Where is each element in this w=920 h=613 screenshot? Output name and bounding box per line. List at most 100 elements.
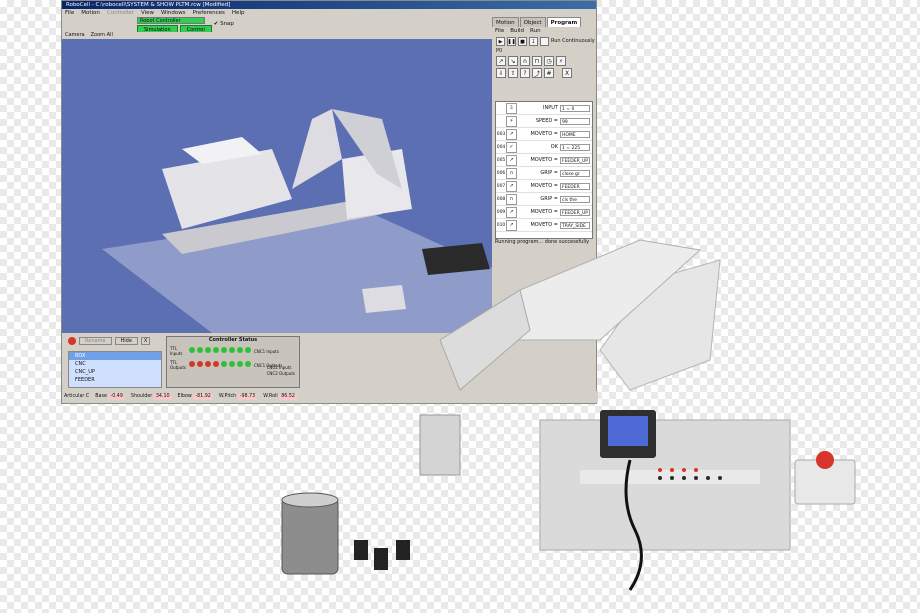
subtab-run[interactable]: Run [530,27,541,36]
play-icon[interactable]: ▶ [496,37,505,46]
device-dropdown[interactable]: Robot Controller [137,17,205,24]
menu-file[interactable]: File [65,9,74,17]
speed-icon: ⚡ [506,115,517,127]
menu-motion[interactable]: Motion [81,9,100,17]
grip-icon: ∩ [506,193,517,205]
jump-icon[interactable]: ⤴ [532,68,542,78]
program-list[interactable]: ⇩ INPUT 1 = 0 ⚡ SPEED = 99 003 ↗ MOVETO = HOME … [495,101,593,239]
wait-icon[interactable]: ◷ [544,56,554,66]
label-icon[interactable]: # [544,68,554,78]
subtab-file[interactable]: File [495,27,504,36]
main-toolbar: Robot Controller Simulation Control ✔ Sn… [137,17,234,36]
tab-program[interactable]: Program [546,17,582,27]
program-row[interactable]: ⚡ SPEED = 99 [496,115,592,128]
status-led [245,347,251,353]
object-list[interactable]: BOX CNC CNC_UP FEEDER [68,351,162,388]
input-leds [188,347,252,355]
close-program-button[interactable]: X [562,68,572,78]
program-row[interactable]: ⇩ INPUT 1 = 0 [496,102,592,115]
moveto-icon: ↗ [506,128,517,140]
output-icon[interactable]: ⇧ [508,68,518,78]
moveto-icon: ↗ [506,154,517,166]
coord-wroll: W.Roll 86.52 [263,394,297,400]
menu-preferences[interactable]: Preferences [193,9,225,17]
list-item[interactable]: CNC [69,360,161,368]
status-led [229,347,235,353]
hide-button[interactable]: Hide [114,337,138,345]
close-objects-button[interactable]: X [140,337,151,345]
coord-articular: Articular C [64,394,90,399]
pause-icon[interactable]: ❚❚ [507,37,516,46]
status-led [213,347,219,353]
small-cylinder [396,540,410,560]
coord-base: Base -0.49 [95,394,125,400]
if-icon[interactable]: ? [520,68,530,78]
snap-checkbox[interactable]: ✔ Snap [214,17,234,31]
program-row[interactable]: 005 ↗ MOVETO = FEEDER_UP [496,154,592,167]
coord-elbow: Elbow -81.92 [177,394,213,400]
menu-bar: File Motion Controller View Windows Pref… [62,9,493,17]
moveto-icon[interactable]: ↗ [496,56,506,66]
grip-open-icon[interactable]: ∩ [520,56,530,66]
program-subtabs: File Build Run [492,27,596,36]
speed-icon[interactable]: ⚡ [556,56,566,66]
workpieces [281,492,410,575]
program-row[interactable]: 009 ↗ MOVETO = FEEDER_UP [496,206,592,219]
run-continuously-checkbox[interactable] [540,37,549,46]
tab-motion[interactable]: Motion [492,17,519,27]
small-cylinder [354,540,368,560]
coord-wpitch: W.Pitch -98.73 [218,394,258,400]
ok-icon: ✓ [506,141,517,153]
tab-object[interactable]: Object [519,17,546,27]
program-row[interactable]: 008 ∩ GRIP = cls the [496,193,592,206]
snap-label: Snap [220,21,234,27]
controller-title: Controller Status [208,337,258,343]
status-led [237,361,243,367]
stop-icon[interactable]: ■ [518,37,527,46]
grip-close-icon[interactable]: ⊓ [532,56,542,66]
status-led [221,347,227,353]
menu-view[interactable]: View [141,9,154,17]
controller-status: Controller Status TTL Inputs CNC1 Inputs… [166,336,300,388]
step-icon[interactable]: ↧ [529,37,538,46]
rename-button[interactable]: Rename [79,337,112,345]
menu-windows[interactable]: Windows [161,9,186,17]
input-icon[interactable]: ⇩ [496,68,506,78]
page-label: P0 [496,48,503,54]
list-item[interactable]: BOX [69,352,161,360]
zoom-all-menu[interactable]: Zoom All [91,32,113,39]
window-title: RoboCell - C:\robocell\SYSTEM & SHOW PLT… [62,1,596,9]
status-led [189,347,195,353]
menu-help[interactable]: Help [232,9,245,17]
program-row[interactable]: 004 ✓ OK 1 = 225 [496,141,592,154]
status-led [197,347,203,353]
camera-menu[interactable]: Camera [65,32,85,39]
command-palette-row2: ⇩ ⇧ ? ⤴ # X [492,68,596,78]
small-cylinder [374,548,388,570]
metal-cylinder [281,497,339,575]
run-continuously-label: Run Continuously [551,38,595,44]
coord-shoulder: Shoulder 34.10 [130,394,172,400]
program-row[interactable]: 007 ↗ MOVETO = FEEDER [496,180,592,193]
status-led [197,361,203,367]
program-row[interactable]: 006 ∩ GRIP = close gr [496,167,592,180]
subtab-build[interactable]: Build [510,27,524,36]
panel-tabs: Motion Object Program [492,17,596,27]
status-led [221,361,227,367]
list-item[interactable]: CNC_UP [69,368,161,376]
program-row[interactable]: 003 ↗ MOVETO = HOME [496,128,592,141]
record-icon[interactable] [68,337,76,345]
robot-arm-photo [419,239,856,591]
status-led [189,361,195,367]
robot-gripper [419,414,461,476]
ttl-inputs-row: TTL Inputs CNC1 Inputs [170,346,279,356]
menu-controller[interactable]: Controller [107,9,134,17]
moveline-icon[interactable]: ↘ [508,56,518,66]
list-item[interactable]: FEEDER [69,376,161,384]
object-toolbar: Rename Hide X [68,337,151,345]
controller-box [539,419,791,551]
run-toolbar: ▶ ❚❚ ■ ↧ Run Continuously [492,37,596,46]
moveto-icon: ↗ [506,206,517,218]
grip-icon: ∩ [506,167,517,179]
status-led [237,347,243,353]
